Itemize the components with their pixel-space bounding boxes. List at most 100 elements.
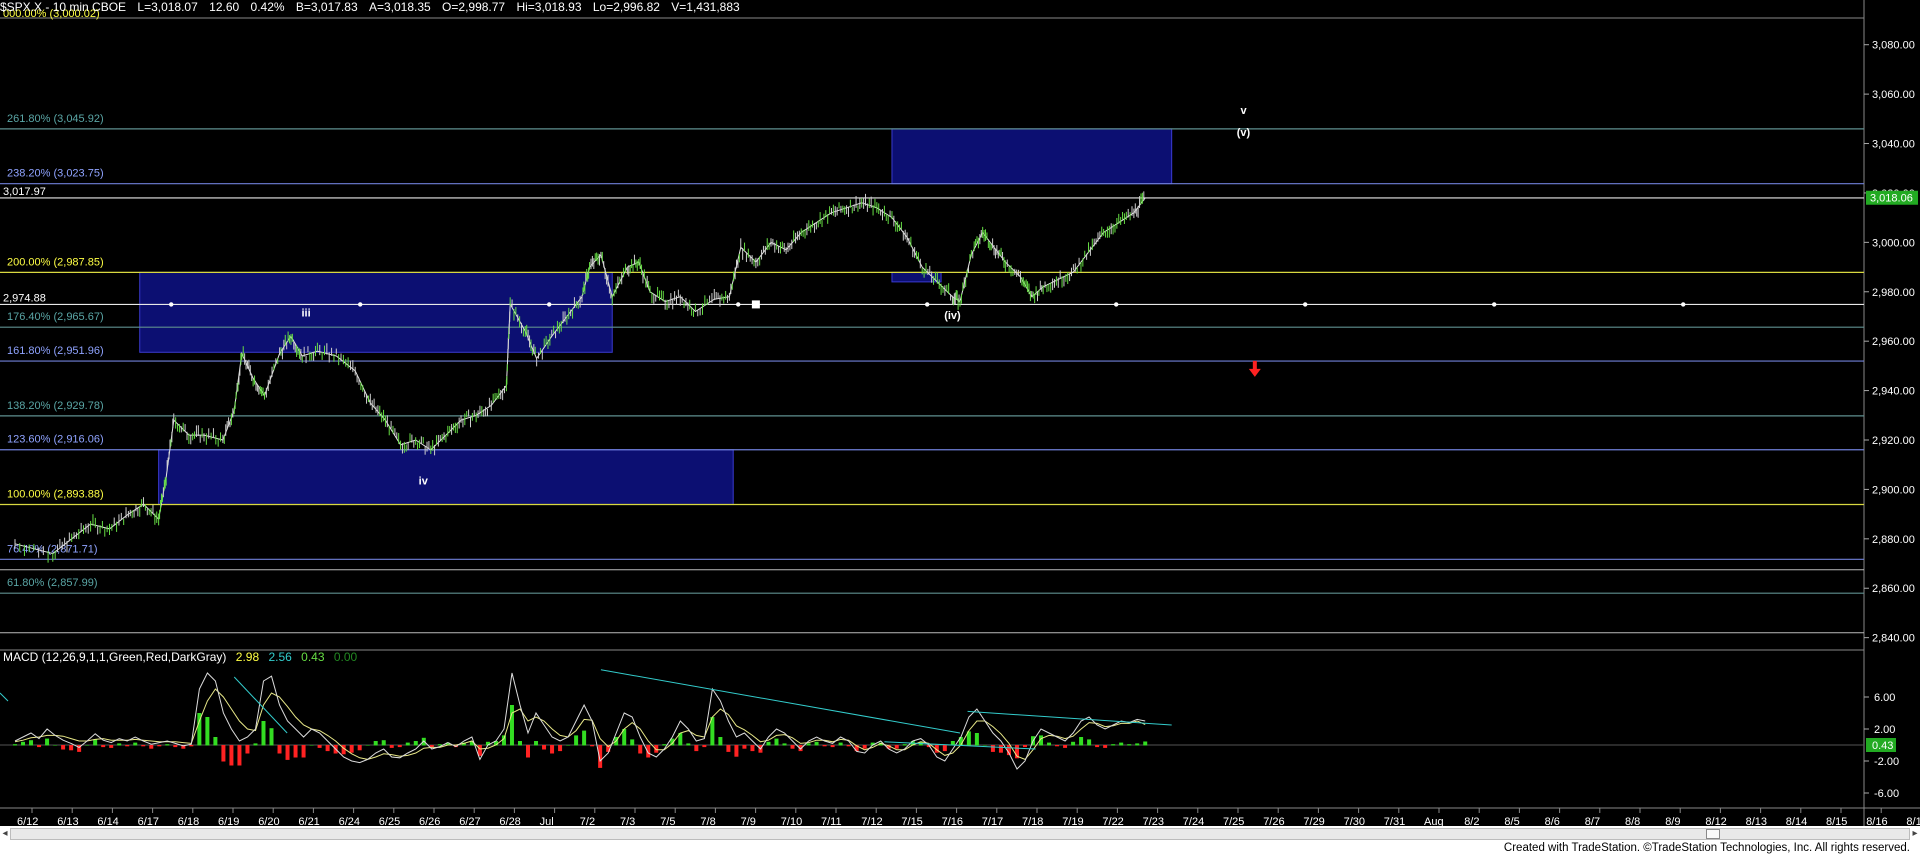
- macd-histogram-bar: [213, 737, 218, 746]
- axis-tick-label: 2,880.00: [1872, 534, 1915, 546]
- macd-histogram-bar: [1022, 745, 1027, 748]
- bid-price: B=3,017.83: [295, 0, 358, 14]
- macd-histogram-bar: [141, 745, 146, 747]
- ask-price: A=3,018.35: [368, 0, 431, 14]
- target-box: [139, 271, 613, 353]
- macd-histogram-bar: [990, 745, 995, 752]
- axis-tick-label: 2,980.00: [1872, 287, 1915, 299]
- macd-histogram-bar: [429, 745, 434, 748]
- macd-histogram-bar: [1095, 745, 1100, 748]
- macd-histogram-bar: [405, 742, 410, 746]
- macd-histogram-bar: [790, 745, 795, 749]
- fib-label: 138.20% (2,929.78): [7, 400, 104, 412]
- macd-histogram-bar: [285, 745, 290, 760]
- current-price-label: 3,018.06: [1870, 193, 1913, 205]
- macd-histogram-bar: [942, 745, 947, 752]
- macd-histogram-bar: [125, 745, 130, 747]
- macd-histogram-bar: [509, 705, 514, 746]
- macd-histogram-bar: [1135, 743, 1140, 746]
- macd-histogram-bar: [157, 745, 162, 747]
- macd-histogram-bar: [37, 745, 42, 748]
- macd-histogram-bar: [357, 745, 362, 751]
- axis-tick-label: 3,000.00: [1872, 237, 1915, 249]
- scroll-right-icon[interactable]: ▸: [1910, 828, 1920, 840]
- macd-histogram-bar: [1111, 744, 1116, 746]
- macd-histogram-bar: [718, 737, 723, 746]
- fib-label: 176.40% (2,965.67): [7, 311, 104, 323]
- macd-histogram-bar: [109, 745, 114, 748]
- scroll-left-icon[interactable]: ◂: [0, 828, 10, 840]
- macd-histogram-bar: [574, 735, 579, 746]
- macd-histogram-bar: [261, 721, 266, 746]
- macd-histogram-bar: [814, 741, 819, 746]
- wave-label: (iv): [944, 310, 961, 322]
- fib-label: 61.80% (2,857.99): [7, 577, 98, 589]
- line-dot: [736, 302, 741, 307]
- macd-histogram-bar: [782, 743, 787, 746]
- macd-histogram-bar: [830, 745, 835, 748]
- axis-tick-label: 2,920.00: [1872, 435, 1915, 447]
- macd-histogram-bar: [694, 745, 699, 752]
- macd-histogram-bar: [173, 745, 178, 748]
- macd-axis-label: -2.00: [1874, 756, 1899, 768]
- macd-histogram-bar: [293, 745, 298, 758]
- macd-diff-value: 0.43: [301, 650, 325, 664]
- wave-label: (v): [1237, 127, 1251, 139]
- macd-histogram-bar: [389, 745, 394, 748]
- macd-histogram-bar: [69, 745, 74, 751]
- line-dot: [169, 302, 174, 307]
- price-marker-label: 3,017.97: [3, 186, 46, 198]
- symbol-label: $SPX.X - 10 min CBOE: [0, 0, 127, 14]
- macd-histogram-bar: [726, 745, 731, 752]
- macd-title: MACD (12,26,9,1,1,Green,Red,DarkGray): [3, 650, 227, 664]
- low-price: Lo=2,996.82: [592, 0, 660, 14]
- macd-histogram-bar: [526, 745, 531, 758]
- macd-histogram-bar: [630, 739, 635, 746]
- fib-label: 238.20% (3,023.75): [7, 168, 104, 180]
- fib-label: 261.80% (3,045.92): [7, 113, 104, 125]
- wave-label: iv: [419, 475, 429, 487]
- macd-signal-value: 2.56: [268, 650, 292, 664]
- price-chart[interactable]: 000.00% (3,000.02) 261.80% (3,045.92)238…: [0, 0, 1920, 858]
- scroll-thumb[interactable]: [1706, 829, 1720, 839]
- axis-tick-label: 3,080.00: [1872, 40, 1915, 52]
- macd-histogram-bar: [325, 745, 330, 752]
- macd-histogram-bar: [29, 740, 34, 746]
- fib-label: 200.00% (2,987.85): [7, 256, 104, 268]
- line-dot: [547, 302, 552, 307]
- wave-label: iii: [301, 307, 310, 319]
- macd-histogram-bar: [1071, 741, 1076, 746]
- macd-histogram-bar: [189, 745, 194, 747]
- macd-histogram-bar: [365, 745, 370, 746]
- macd-histogram-bar: [566, 745, 571, 746]
- price-marker-label: 2,974.88: [3, 292, 46, 304]
- macd-histogram-bar: [1143, 741, 1148, 746]
- axis-tick-label: 2,840.00: [1872, 633, 1915, 645]
- axis-tick-label: 3,060.00: [1872, 89, 1915, 101]
- macd-zero-value: 0.00: [333, 650, 358, 664]
- macd-histogram-bar: [117, 743, 122, 746]
- macd-histogram-bar: [534, 741, 539, 746]
- macd-histogram-bar: [301, 745, 306, 758]
- macd-histogram-bar: [1087, 739, 1092, 746]
- macd-histogram-bar: [662, 744, 667, 746]
- macd-histogram-bar: [702, 745, 707, 748]
- square-marker: [751, 300, 760, 309]
- macd-histogram-bar: [317, 745, 322, 748]
- fib-label: 100.00% (2,893.88): [7, 489, 104, 501]
- macd-histogram-bar: [245, 745, 250, 754]
- macd-axis-label: 2.00: [1874, 724, 1895, 736]
- macd-histogram-bar: [517, 741, 522, 746]
- macd-histogram-bar: [413, 741, 418, 746]
- macd-histogram-bar: [822, 745, 827, 747]
- macd-histogram-bar: [21, 741, 26, 746]
- macd-histogram-bar: [862, 745, 867, 749]
- line-dot: [1114, 302, 1119, 307]
- horizontal-scrollbar[interactable]: [10, 828, 1910, 840]
- macd-value: 2.98: [235, 650, 260, 664]
- macd-histogram-bar: [309, 745, 314, 746]
- line-dot: [358, 302, 363, 307]
- macd-zero-tag-label: 0.43: [1872, 740, 1893, 752]
- macd-histogram-bar: [894, 745, 899, 749]
- pct-change: 0.42%: [250, 0, 285, 14]
